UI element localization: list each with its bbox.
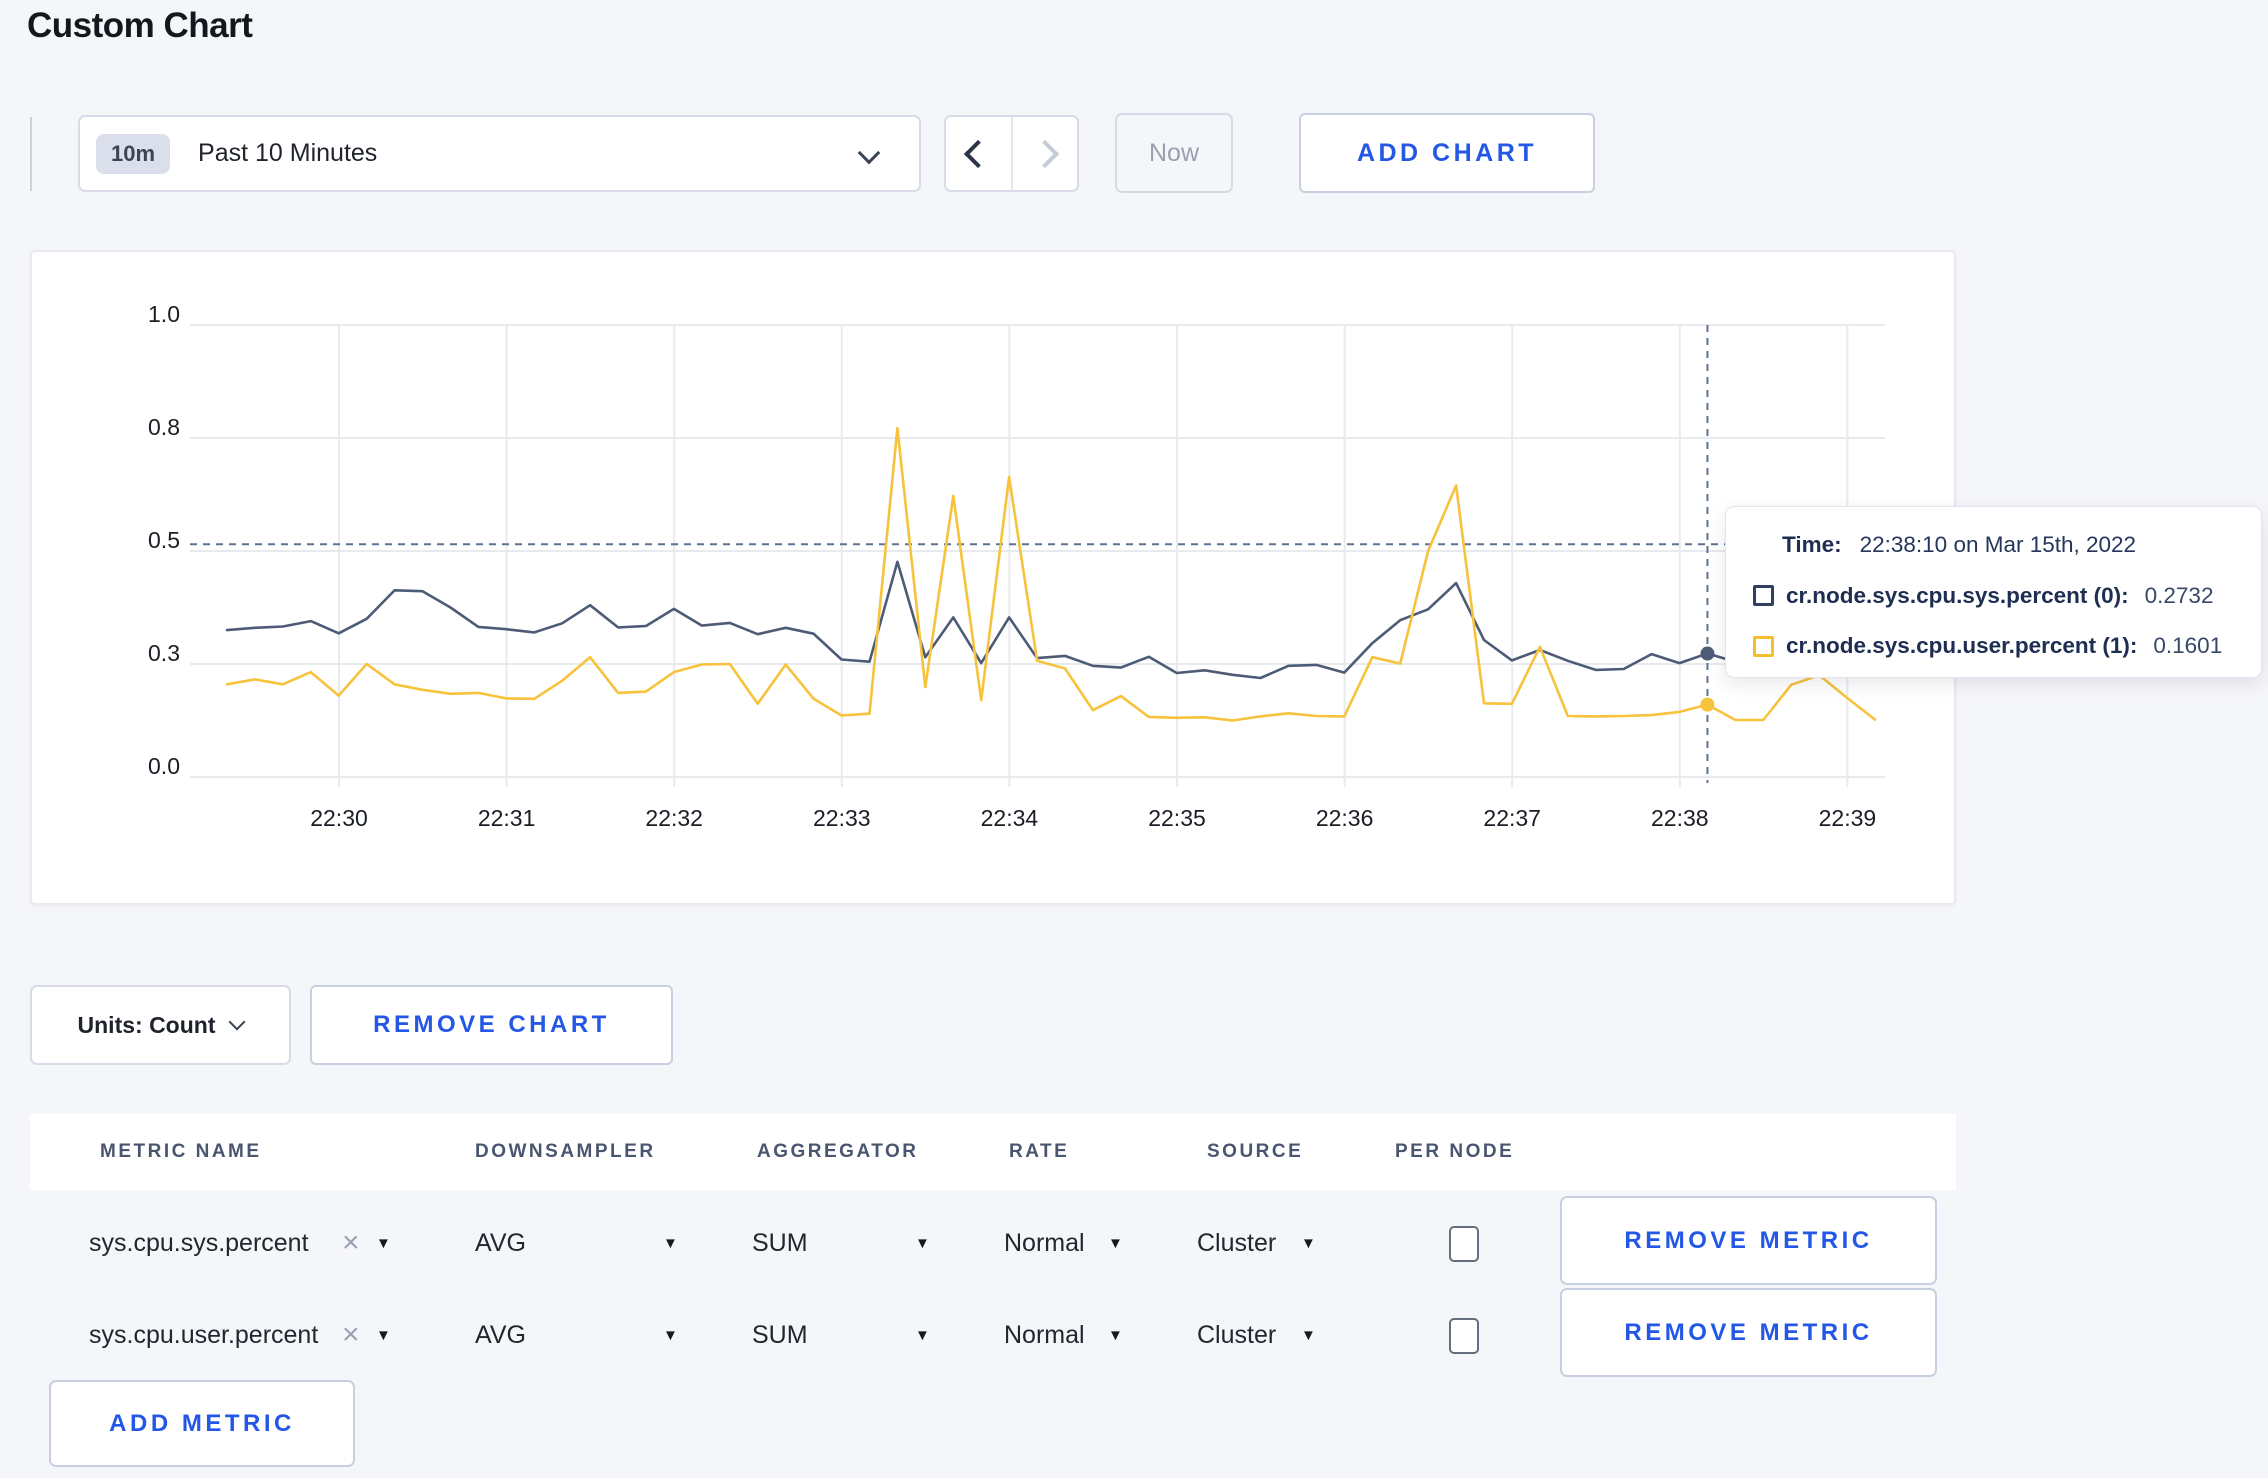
rate-dropdown-icon[interactable]: ▼	[1108, 1300, 1123, 1370]
col-header-downsampler: DOWNSAMPLER	[475, 1141, 656, 1162]
metric-dropdown-icon[interactable]: ▼	[376, 1300, 391, 1370]
now-button[interactable]: Now	[1115, 113, 1233, 193]
remove-chart-button[interactable]: REMOVE CHART	[310, 985, 673, 1065]
tooltip-series-value: 0.2732	[2144, 582, 2214, 608]
add-metric-button[interactable]: ADD METRIC	[49, 1380, 355, 1467]
svg-text:0.0: 0.0	[148, 753, 180, 779]
units-select[interactable]: Units: Count	[30, 985, 291, 1065]
downsampler-select[interactable]: AVG	[475, 1208, 526, 1278]
metric-dropdown-icon[interactable]: ▼	[376, 1208, 391, 1278]
svg-text:22:36: 22:36	[1316, 805, 1374, 831]
series-swatch-icon	[1753, 635, 1774, 657]
aggregator-select[interactable]: SUM	[752, 1300, 808, 1370]
tooltip-series-label: cr.node.sys.cpu.sys.percent (0):	[1786, 582, 2129, 608]
svg-text:22:37: 22:37	[1483, 805, 1541, 831]
remove-tag-icon[interactable]: ×	[342, 1300, 360, 1370]
downsampler-dropdown-icon[interactable]: ▼	[663, 1208, 678, 1278]
svg-text:22:35: 22:35	[1148, 805, 1206, 831]
svg-text:22:34: 22:34	[981, 805, 1039, 831]
chevron-down-icon	[857, 141, 881, 165]
units-label: Units: Count	[77, 1011, 216, 1038]
add-chart-button[interactable]: ADD CHART	[1299, 113, 1595, 193]
remove-tag-icon[interactable]: ×	[342, 1208, 360, 1278]
svg-text:0.8: 0.8	[148, 414, 180, 440]
chart-tooltip: Time: 22:38:10 on Mar 15th, 2022 cr.node…	[1725, 506, 2262, 678]
svg-text:22:31: 22:31	[478, 805, 536, 831]
col-header-rate: RATE	[1009, 1141, 1070, 1162]
rate-dropdown-icon[interactable]: ▼	[1108, 1208, 1123, 1278]
aggregator-select[interactable]: SUM	[752, 1208, 808, 1278]
remove-metric-button[interactable]: REMOVE METRIC	[1560, 1288, 1937, 1377]
source-select[interactable]: Cluster	[1197, 1300, 1276, 1370]
col-header-source: SOURCE	[1207, 1141, 1304, 1162]
svg-text:22:32: 22:32	[645, 805, 703, 831]
toolbar-divider	[30, 117, 32, 191]
chart-card[interactable]: 0.0 0.3 0.5 0.8 1.0 22:30 22:31 22:32 22:33 22:34…	[30, 250, 1956, 905]
chevron-left-icon	[964, 139, 993, 168]
rate-select[interactable]: Normal	[1004, 1208, 1085, 1278]
time-nav-group	[944, 115, 1079, 192]
source-select[interactable]: Cluster	[1197, 1208, 1276, 1278]
metrics-table-header: METRIC NAME DOWNSAMPLER AGGREGATOR RATE …	[30, 1114, 1956, 1190]
time-back-button[interactable]	[946, 117, 1011, 190]
tooltip-time-label: Time:	[1782, 531, 1842, 557]
source-dropdown-icon[interactable]: ▼	[1301, 1300, 1316, 1370]
svg-text:1.0: 1.0	[148, 301, 180, 327]
page-title: Custom Chart	[27, 6, 253, 45]
svg-text:0.5: 0.5	[148, 527, 180, 553]
time-forward-button[interactable]	[1010, 117, 1078, 190]
tooltip-time-row: Time: 22:38:10 on Mar 15th, 2022	[1753, 524, 2241, 566]
downsampler-dropdown-icon[interactable]: ▼	[663, 1300, 678, 1370]
per-node-checkbox[interactable]	[1449, 1226, 1479, 1262]
aggregator-dropdown-icon[interactable]: ▼	[915, 1208, 930, 1278]
source-dropdown-icon[interactable]: ▼	[1301, 1208, 1316, 1278]
aggregator-dropdown-icon[interactable]: ▼	[915, 1300, 930, 1370]
time-range-selector[interactable]: 10m Past 10 Minutes	[78, 115, 921, 192]
chevron-right-icon	[1030, 139, 1059, 168]
remove-metric-button[interactable]: REMOVE METRIC	[1560, 1196, 1937, 1285]
tooltip-series-row: cr.node.sys.cpu.sys.percent (0): 0.2732	[1753, 575, 2241, 617]
time-range-label: Past 10 Minutes	[198, 139, 378, 167]
time-range-badge: 10m	[96, 133, 171, 174]
tooltip-time-value: 22:38:10 on Mar 15th, 2022	[1859, 531, 2137, 557]
rate-select[interactable]: Normal	[1004, 1300, 1085, 1370]
per-node-checkbox[interactable]	[1449, 1318, 1479, 1354]
metric-name-value[interactable]: sys.cpu.user.percent	[89, 1300, 318, 1370]
chevron-down-icon	[228, 1013, 246, 1031]
tooltip-series-value: 0.1601	[2153, 633, 2223, 659]
svg-text:22:39: 22:39	[1819, 805, 1877, 831]
svg-text:22:30: 22:30	[310, 805, 368, 831]
col-header-aggregator: AGGREGATOR	[757, 1141, 919, 1162]
col-header-metric-name: METRIC NAME	[100, 1141, 262, 1162]
col-header-per-node: PER NODE	[1395, 1141, 1515, 1162]
tooltip-series-row: cr.node.sys.cpu.user.percent (1): 0.1601	[1753, 625, 2241, 667]
tooltip-series-label: cr.node.sys.cpu.user.percent (1):	[1786, 633, 2138, 659]
downsampler-select[interactable]: AVG	[475, 1300, 526, 1370]
metric-name-value[interactable]: sys.cpu.sys.percent	[89, 1208, 309, 1278]
series-swatch-icon	[1753, 585, 1774, 606]
timeseries-plot[interactable]: 0.0 0.3 0.5 0.8 1.0 22:30 22:31 22:32 22:33 22:34…	[30, 250, 1956, 905]
svg-text:22:38: 22:38	[1651, 805, 1709, 831]
svg-text:22:33: 22:33	[813, 805, 871, 831]
svg-text:0.3: 0.3	[148, 640, 180, 666]
